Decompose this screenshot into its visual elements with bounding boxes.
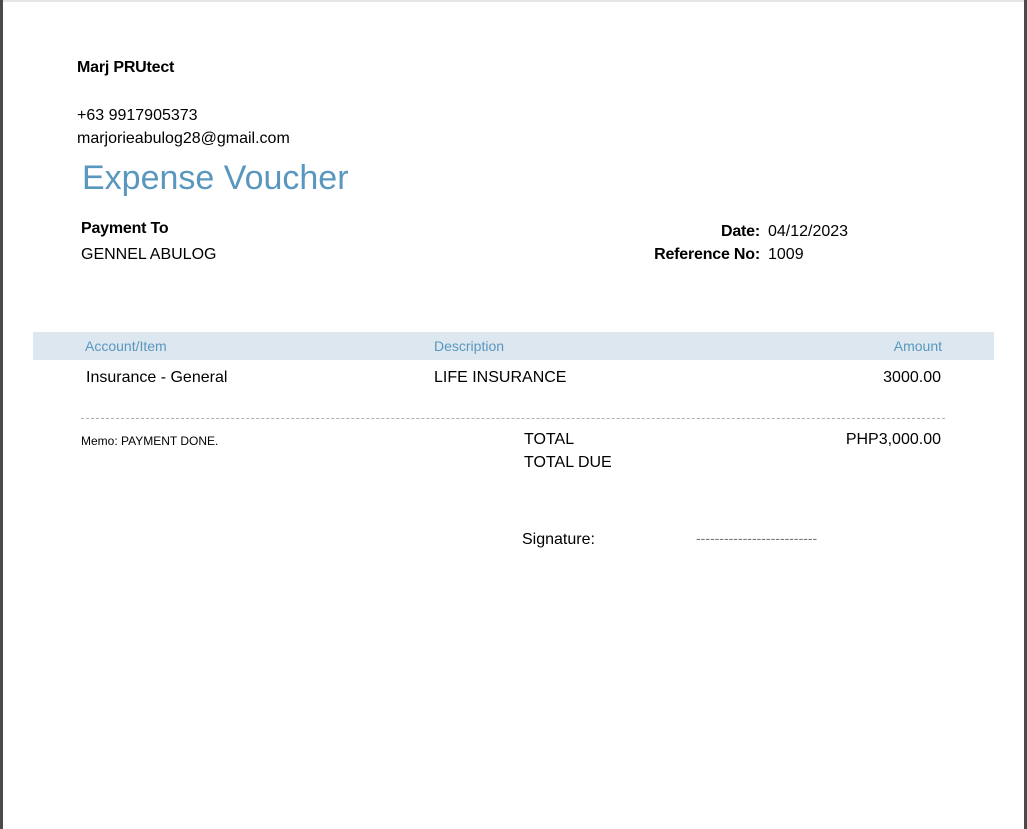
- memo: Memo: PAYMENT DONE.: [81, 434, 219, 448]
- total-value: PHP3,000.00: [845, 431, 941, 448]
- total-label: TOTAL: [524, 431, 575, 448]
- date-label: Date:: [720, 222, 760, 240]
- document-title: Expense Voucher: [82, 159, 349, 197]
- table-row-account: Insurance - General: [86, 369, 228, 386]
- company-name: Marj PRUtect: [77, 59, 175, 76]
- date-row: Date: 04/12/2023: [591, 220, 851, 243]
- voucher-meta: Date: 04/12/2023 Reference No: 1009: [591, 220, 851, 266]
- signature-label: Signature:: [522, 531, 595, 548]
- page-top-edge: [0, 0, 1027, 2]
- company-phone: +63 9917905373: [77, 107, 198, 124]
- column-header-amount: Amount: [893, 338, 942, 354]
- column-header-account: Account/Item: [85, 338, 167, 354]
- reference-row: Reference No: 1009: [591, 243, 851, 266]
- table-header: Account/Item Description Amount: [33, 332, 994, 360]
- signature-line: --------------------------: [696, 530, 818, 546]
- payment-to-label: Payment To: [81, 220, 169, 237]
- payment-to-name: GENNEL ABULOG: [81, 246, 217, 263]
- company-email: marjorieabulog28@gmail.com: [77, 130, 290, 147]
- table-row-amount: 3000.00: [883, 369, 941, 386]
- table-row-description: LIFE INSURANCE: [434, 369, 567, 386]
- column-header-description: Description: [434, 338, 505, 354]
- reference-label: Reference No:: [654, 245, 760, 263]
- page-left-edge: [0, 0, 3, 829]
- total-due-label: TOTAL DUE: [524, 454, 612, 471]
- reference-value: 1009: [768, 245, 804, 263]
- table-divider: [81, 418, 945, 419]
- date-value: 04/12/2023: [768, 222, 849, 240]
